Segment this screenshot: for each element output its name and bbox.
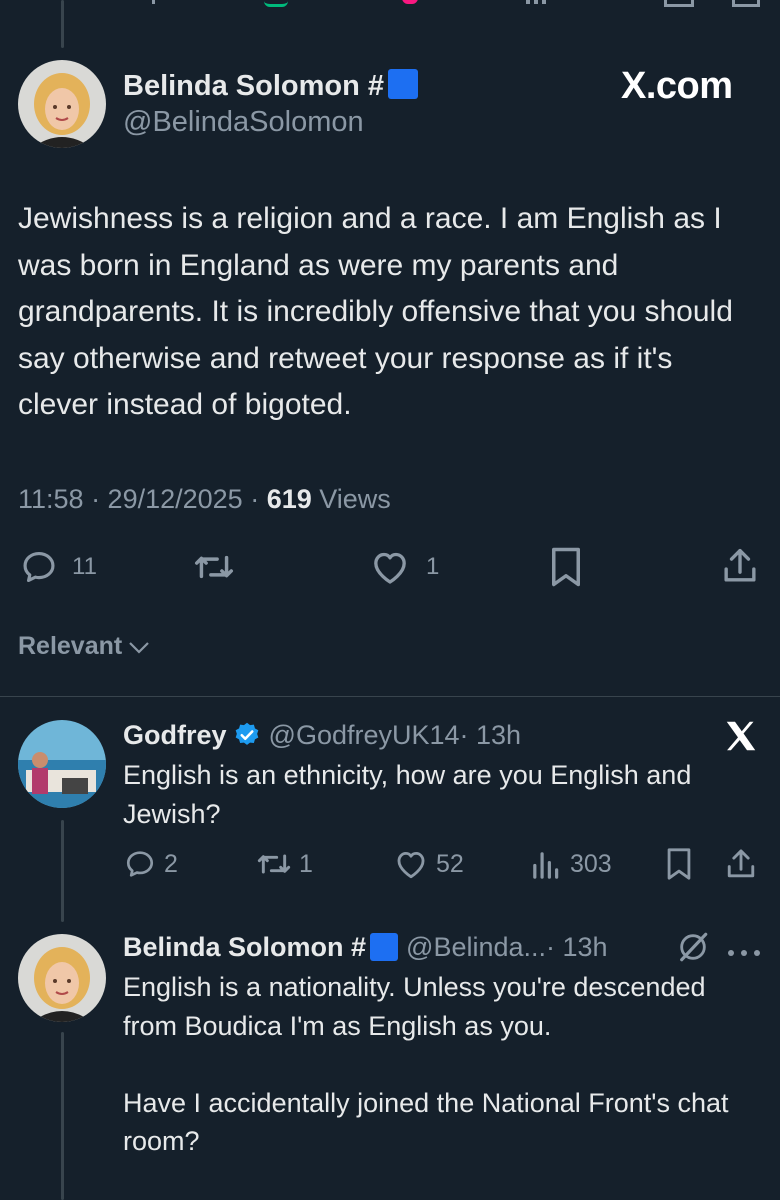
tweet-text: Jewishness is a religion and a race. I a… <box>18 202 733 421</box>
verified-badge-icon <box>235 722 258 745</box>
like-count: 52 <box>436 849 464 878</box>
reply-count: 11 <box>72 553 97 580</box>
analytics-icon <box>533 852 559 879</box>
chevron-down-icon <box>129 641 149 654</box>
like-count: 1 <box>426 553 440 580</box>
divider <box>0 696 780 697</box>
share-icon <box>727 849 755 878</box>
reply-author-name[interactable]: Belinda Solomon # <box>123 930 366 964</box>
retweet-count: 1 <box>299 849 313 878</box>
views-count: 303 <box>570 849 612 878</box>
bookmark-button[interactable] <box>666 847 692 881</box>
author-handle[interactable]: @BelindaSolomon <box>123 104 364 140</box>
reply-author-handle[interactable]: @Belinda... <box>406 930 546 964</box>
like-button[interactable]: 1 <box>370 548 439 586</box>
views-button[interactable]: 303 <box>530 848 612 880</box>
heart-icon <box>374 552 406 584</box>
heart-icon <box>397 851 425 879</box>
author-name[interactable]: Belinda Solomon # <box>123 68 419 104</box>
bookmark-icon <box>552 547 580 587</box>
share-icon <box>724 548 756 582</box>
x-logo-watermark: X.com <box>621 65 733 107</box>
share-button[interactable] <box>725 847 757 881</box>
grok-icon[interactable] <box>676 930 710 969</box>
tweet-meta: 11:58 · 29/12/2025 · 619 Views <box>18 482 391 516</box>
reply-time[interactable]: · 13h <box>460 718 522 752</box>
sort-label: Relevant <box>18 632 123 660</box>
retweet-icon <box>194 555 234 579</box>
share-button[interactable] <box>721 546 759 586</box>
reply-text: English is a nationality. Unless you're … <box>123 972 729 1156</box>
like-button[interactable]: 52 <box>394 848 464 880</box>
thread-line-reply <box>61 820 64 922</box>
retweet-button[interactable] <box>192 548 236 586</box>
views-count: 619 <box>266 484 312 514</box>
reply-icon <box>23 551 55 583</box>
reply-count: 2 <box>164 849 178 878</box>
author-name-text: Belinda Solomon # <box>123 70 385 102</box>
thread-line-bottom <box>61 1032 64 1200</box>
reply-author-name[interactable]: Godfrey <box>123 718 227 752</box>
reply-author-handle[interactable]: @GodfreyUK14 <box>269 718 460 752</box>
avatar[interactable] <box>18 934 106 1022</box>
sort-dropdown[interactable]: Relevant <box>18 632 150 661</box>
avatar[interactable] <box>18 60 106 148</box>
timestamp[interactable]: 11:58 · 29/12/2025 · <box>18 484 267 514</box>
flag-emoji-icon <box>370 933 399 961</box>
cropped-action-bar <box>0 0 780 8</box>
reply-header: Godfrey @GodfreyUK14 · 13h <box>123 718 521 752</box>
reply-text: English is an ethnicity, how are you Eng… <box>123 760 692 829</box>
reply-button[interactable]: 2 <box>124 848 178 880</box>
more-options-icon[interactable] <box>726 944 762 962</box>
bookmark-button[interactable] <box>550 546 582 588</box>
reply-icon <box>126 851 154 877</box>
reply-header: Belinda Solomon # @Belinda... · 13h <box>123 930 608 964</box>
avatar[interactable] <box>18 720 106 808</box>
flag-emoji-icon <box>388 69 419 99</box>
reply-time[interactable]: · 13h <box>546 930 608 964</box>
x-logo-icon <box>722 717 760 760</box>
retweet-icon <box>257 854 291 874</box>
reply-button[interactable]: 11 <box>20 548 97 586</box>
views-label: Views <box>311 484 391 514</box>
retweet-button[interactable]: 1 <box>255 848 313 880</box>
bookmark-icon <box>667 848 691 880</box>
